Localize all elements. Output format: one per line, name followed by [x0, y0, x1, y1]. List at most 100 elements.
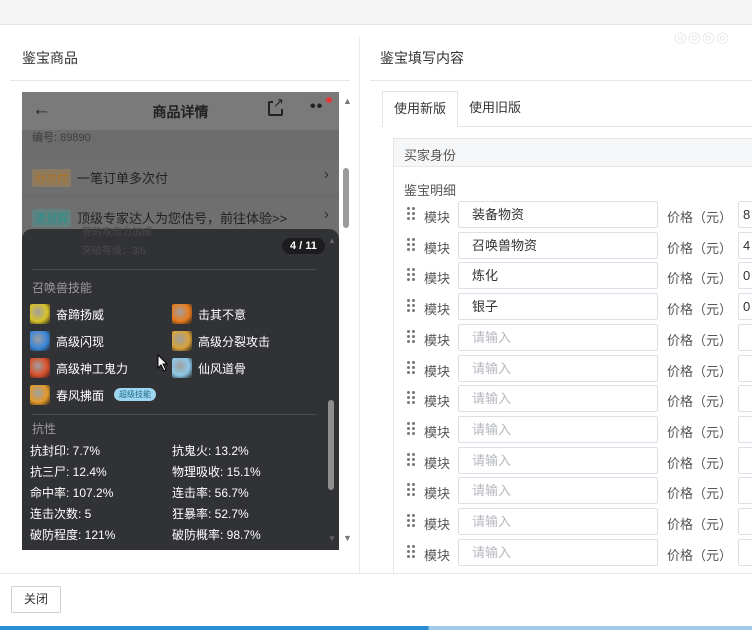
detail-label: 鉴宝明细: [404, 183, 457, 198]
module-label: 模块: [424, 517, 451, 532]
drag-handle-icon[interactable]: [407, 514, 417, 528]
drag-handle-icon[interactable]: [407, 237, 417, 252]
skill-item[interactable]: 奋蹄扬威: [30, 304, 170, 324]
drag-handle-icon[interactable]: [407, 268, 417, 282]
watermark-logo: ◎◎◎◎: [673, 29, 730, 46]
module-row: 模块 请输入 价格（元）: [405, 477, 752, 505]
module-input[interactable]: 炼化: [458, 262, 658, 290]
resist-title: 抗性: [32, 422, 57, 436]
skill-item[interactable]: 高级闪现: [30, 331, 170, 351]
price-input[interactable]: [738, 415, 752, 443]
share-icon[interactable]: [268, 96, 284, 116]
version-tabs: 使用新版 使用旧版: [380, 91, 752, 127]
price-label: 价格（元）: [667, 394, 733, 410]
skill-icon: [30, 385, 50, 405]
module-input[interactable]: 请输入: [458, 508, 658, 535]
price-label: 价格（元）: [667, 455, 733, 471]
module-input[interactable]: 请输入: [458, 446, 658, 474]
module-input[interactable]: 请输入: [458, 477, 658, 505]
stat-value: 命中率: 107.2%: [30, 486, 114, 500]
page-indicator: 4 / 11: [282, 238, 325, 254]
module-input[interactable]: 请输入: [458, 385, 658, 413]
stat-value: 连击率: 56.7%: [172, 486, 249, 500]
skills-title: 召唤兽技能: [32, 281, 93, 295]
skill-name: 奋蹄扬威: [56, 308, 105, 322]
drag-handle-icon[interactable]: [407, 452, 417, 467]
tab-old-version[interactable]: 使用旧版: [458, 91, 532, 127]
tab-new-version[interactable]: 使用新版: [382, 91, 459, 127]
preview-header: ← 商品详情 ••: [22, 92, 339, 130]
module-row: 模块 召唤兽物资 价格（元） 4: [405, 231, 752, 260]
chevron-right-icon: ›: [323, 166, 329, 183]
scroll-down-arrow-icon[interactable]: ▼: [343, 533, 352, 543]
skill-item[interactable]: 高级分裂攻击: [172, 331, 312, 351]
scroll-up-arrow-icon[interactable]: ▲: [343, 96, 352, 106]
price-input[interactable]: [738, 446, 752, 474]
price-input[interactable]: [738, 323, 752, 351]
price-input[interactable]: 0: [738, 293, 752, 321]
skill-name: 高级分裂攻击: [198, 335, 271, 349]
more-icon[interactable]: ••: [310, 98, 323, 116]
module-label: 模块: [424, 547, 451, 563]
module-input[interactable]: 请输入: [458, 538, 658, 566]
installment-tag: 分次付: [32, 169, 71, 187]
price-input[interactable]: [738, 477, 752, 505]
skill-item[interactable]: 春风拂面 超级技能: [30, 385, 190, 405]
preview-scrollbar-thumb[interactable]: [343, 168, 349, 228]
skill-icon: [172, 331, 192, 351]
module-label: 模块: [424, 363, 451, 379]
faint-text: 突破等级：3/6: [82, 246, 146, 257]
skill-item[interactable]: 仙风道骨: [172, 358, 312, 378]
left-divider: [10, 80, 350, 81]
price-input[interactable]: 4: [738, 231, 752, 259]
drag-handle-icon[interactable]: [407, 391, 417, 405]
price-input[interactable]: [738, 385, 752, 413]
stat-value: 狂暴率: 52.7%: [172, 507, 249, 521]
price-input[interactable]: 8: [738, 201, 752, 228]
drag-handle-icon[interactable]: [407, 360, 417, 375]
buyer-identity-label: 买家身份: [404, 148, 457, 163]
pet-detail-popup: 答的攻击力加成 突破等级：3/6 4 / 11 召唤兽技能 奋蹄扬威 击其不意 …: [22, 227, 339, 550]
stat-value: 连击次数: 5: [30, 507, 92, 521]
price-input[interactable]: [738, 538, 752, 566]
skill-name: 仙风道骨: [198, 362, 247, 376]
drag-handle-icon[interactable]: [407, 544, 417, 559]
drag-handle-icon[interactable]: [407, 299, 417, 313]
left-panel-title: 鉴宝商品: [22, 50, 78, 66]
module-label: 模块: [424, 486, 451, 502]
skill-item[interactable]: 高级神工鬼力: [30, 358, 170, 378]
module-input[interactable]: 请输入: [458, 415, 658, 443]
module-input[interactable]: 召唤兽物资: [458, 231, 658, 259]
drag-handle-icon[interactable]: [407, 207, 417, 221]
close-button[interactable]: 关闭: [11, 586, 61, 613]
module-input[interactable]: 请输入: [458, 323, 658, 351]
module-row: 模块 请输入 价格（元）: [405, 508, 752, 536]
drag-handle-icon[interactable]: [407, 483, 417, 497]
skill-item[interactable]: 击其不意: [172, 304, 312, 324]
price-input[interactable]: [738, 354, 752, 382]
module-label: 模块: [424, 271, 451, 287]
module-input[interactable]: 装备物资: [458, 201, 658, 228]
skill-name: 击其不意: [198, 308, 247, 322]
item-number: 编号: 89890: [32, 132, 91, 144]
module-input[interactable]: 银子: [458, 293, 658, 321]
drag-handle-icon[interactable]: [407, 329, 417, 344]
module-row: 模块 炼化 价格（元） 0: [405, 262, 752, 290]
buyer-identity-header[interactable]: 买家身份: [394, 139, 752, 167]
skill-name: 高级神工鬼力: [56, 362, 129, 376]
price-input[interactable]: 0: [738, 262, 752, 290]
stat-value: 抗三尸: 12.4%: [30, 465, 107, 479]
expert-tag: 更划算: [32, 209, 71, 227]
right-panel-title: 鉴宝填写内容: [380, 50, 464, 66]
drag-handle-icon[interactable]: [407, 421, 417, 436]
module-label: 模块: [424, 240, 451, 256]
price-input[interactable]: [738, 508, 752, 535]
price-label: 价格（元）: [667, 271, 733, 287]
popup-scroll-up-icon[interactable]: ▲: [328, 236, 336, 245]
popup-scroll-down-icon[interactable]: ▼: [328, 534, 336, 543]
expert-row[interactable]: 更划算 顶级专家达人为您估号，前往体验>> ›: [22, 199, 339, 233]
installment-row[interactable]: 分次付 一笔订单多次付 ›: [22, 159, 339, 193]
popup-scrollbar-thumb[interactable]: [328, 400, 334, 490]
preview-title: 商品详情: [152, 104, 209, 120]
module-input[interactable]: 请输入: [458, 354, 658, 382]
